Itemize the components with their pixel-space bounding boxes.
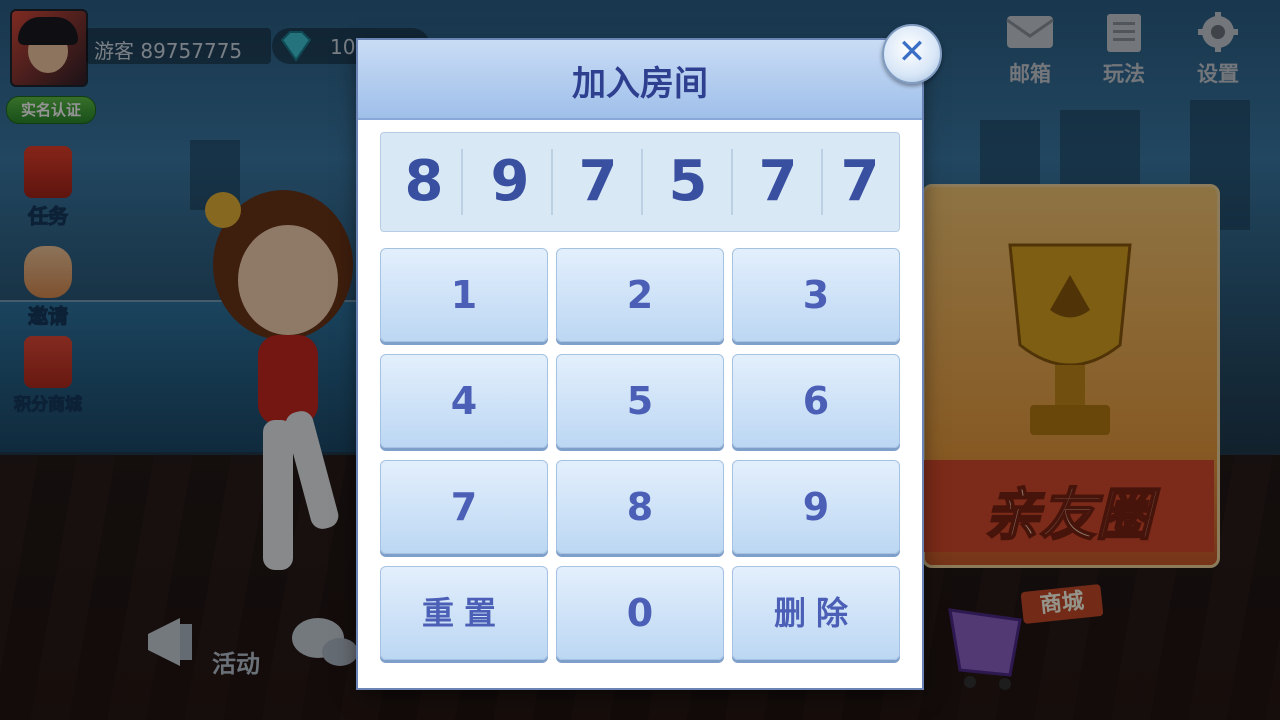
key-label: 删除	[773, 594, 858, 632]
keypad-8-button[interactable]: 8	[556, 460, 724, 554]
keypad-6-button[interactable]: 6	[732, 354, 900, 448]
keypad-9-button[interactable]: 9	[732, 460, 900, 554]
key-label: 重置	[421, 594, 506, 632]
join-room-dialog: 加入房间 8 9 7 5 7 7 1 2 3 4 5 6 7 8 9 重置 0 …	[358, 40, 922, 688]
close-button[interactable]: ✕	[882, 24, 942, 84]
key-label: 7	[450, 485, 478, 529]
room-code-digit: 7	[840, 149, 880, 214]
key-label: 3	[802, 273, 830, 317]
room-code-digit: 8	[404, 149, 444, 214]
keypad-3-button[interactable]: 3	[732, 248, 900, 342]
keypad-7-button[interactable]: 7	[380, 460, 548, 554]
key-label: 6	[802, 379, 830, 423]
reset-button[interactable]: 重置	[380, 566, 548, 660]
keypad-0-button[interactable]: 0	[556, 566, 724, 660]
key-label: 4	[450, 379, 478, 423]
digit-separator	[641, 149, 643, 215]
digit-separator	[551, 149, 553, 215]
keypad-1-button[interactable]: 1	[380, 248, 548, 342]
game-screen: 亲友圈 活动 商城 游客 89757775 10 实名认证 任务 邀请 积分商城	[0, 0, 1280, 720]
close-icon: ✕	[897, 32, 927, 72]
delete-button[interactable]: 删除	[732, 566, 900, 660]
dialog-title: 加入房间	[572, 64, 708, 104]
key-label: 5	[626, 379, 654, 423]
key-label: 8	[626, 485, 654, 529]
keypad-4-button[interactable]: 4	[380, 354, 548, 448]
key-label: 1	[450, 273, 478, 317]
key-label: 0	[626, 591, 654, 635]
room-code-display: 8 9 7 5 7 7	[380, 132, 900, 232]
key-label: 9	[802, 485, 830, 529]
keypad-2-button[interactable]: 2	[556, 248, 724, 342]
dialog-header: 加入房间	[358, 40, 922, 120]
key-label: 2	[626, 273, 654, 317]
digit-separator	[461, 149, 463, 215]
room-code-digit: 7	[758, 149, 798, 214]
room-code-digit: 5	[668, 149, 708, 214]
keypad-5-button[interactable]: 5	[556, 354, 724, 448]
digit-separator	[731, 149, 733, 215]
room-code-digit: 9	[490, 149, 530, 214]
room-code-digit: 7	[578, 149, 618, 214]
